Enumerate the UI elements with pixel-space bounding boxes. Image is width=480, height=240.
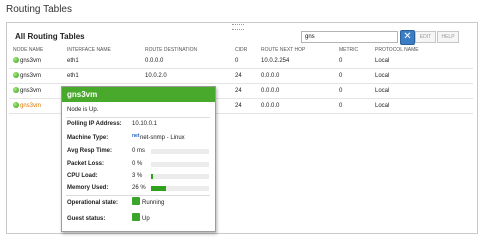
guest-up-icon xyxy=(132,213,140,221)
node-name-link[interactable]: gns3vm xyxy=(20,103,41,109)
packet-loss-value: 0 % xyxy=(132,161,143,167)
node-name-link[interactable]: gns3vm xyxy=(20,88,41,94)
packet-loss-label: Packet Loss: xyxy=(67,161,105,167)
machine-type-value: net-snmp - Linux xyxy=(140,135,185,141)
metric: 0 xyxy=(339,88,343,94)
interface-name: eth1 xyxy=(67,73,79,79)
route-next-hop: 0.0.0.0 xyxy=(261,73,280,79)
avg-resp-label: Avg Resp Time: xyxy=(67,148,113,154)
tooltip-title: gns3vm xyxy=(62,87,215,102)
cidr: 24 xyxy=(235,73,242,79)
table-row[interactable]: gns3vm eth1 10.0.2.0 24 0.0.0.0 0 Local xyxy=(9,69,473,84)
panel-title: All Routing Tables xyxy=(15,32,85,41)
machine-type-label: Machine Type: xyxy=(67,135,109,141)
memory-used-bar-fill xyxy=(151,186,167,191)
node-name-link[interactable]: gns3vm xyxy=(20,73,41,79)
divider xyxy=(66,117,210,118)
help-button[interactable]: HELP xyxy=(437,31,459,43)
route-destination: 10.0.2.0 xyxy=(145,73,167,79)
route-next-hop: 0.0.0.0 xyxy=(261,103,280,109)
memory-used-label: Memory Used: xyxy=(67,185,109,191)
node-name-link[interactable]: gns3vm xyxy=(20,58,41,64)
route-destination: 0.0.0.0 xyxy=(145,58,164,64)
metric: 0 xyxy=(339,73,343,79)
cpu-load-label: CPU Load: xyxy=(67,173,98,179)
col-header-protocol-name[interactable]: PROTOCOL NAME xyxy=(375,47,419,53)
protocol-name: Local xyxy=(375,58,390,64)
cidr: 24 xyxy=(235,88,242,94)
col-header-route-next-hop[interactable]: ROUTE NEXT HOP xyxy=(261,47,305,53)
net-snmp-icon: net xyxy=(132,133,140,139)
operational-state-value: Running xyxy=(142,200,165,206)
avg-resp-bar xyxy=(151,149,209,154)
operational-state-label: Operational state: xyxy=(67,200,119,206)
col-header-interface-name[interactable]: INTERFACE NAME xyxy=(67,47,111,53)
divider xyxy=(66,195,210,196)
page-title: Routing Tables xyxy=(6,4,72,15)
metric: 0 xyxy=(339,103,343,109)
route-next-hop: 0.0.0.0 xyxy=(261,88,280,94)
node-status-up-icon xyxy=(13,57,19,63)
col-header-cidr[interactable]: CIDR xyxy=(235,47,247,53)
node-status-up-icon xyxy=(13,87,19,93)
node-status-text: Node is Up. xyxy=(67,107,99,113)
protocol-name: Local xyxy=(375,73,390,79)
cidr: 0 xyxy=(235,58,239,64)
protocol-name: Local xyxy=(375,88,390,94)
col-header-metric[interactable]: METRIC xyxy=(339,47,358,53)
memory-used-bar xyxy=(151,186,209,191)
polling-ip-label: Polling IP Address: xyxy=(67,121,122,127)
cidr: 24 xyxy=(235,103,242,109)
node-status-up-icon xyxy=(13,102,19,108)
running-state-icon xyxy=(132,197,140,205)
cpu-load-bar xyxy=(151,174,209,179)
edit-button[interactable]: EDIT xyxy=(415,31,436,43)
packet-loss-bar xyxy=(151,162,209,167)
polling-ip-value: 10.10.0.1 xyxy=(132,121,158,127)
cpu-load-bar-fill xyxy=(151,174,153,179)
memory-used-value: 26 % xyxy=(132,185,146,191)
drag-handle[interactable] xyxy=(232,24,244,30)
node-tooltip: gns3vm Node is Up. Polling IP Address: 1… xyxy=(61,86,216,232)
col-header-route-destination[interactable]: ROUTE DESTINATION xyxy=(145,47,197,53)
search-input[interactable]: gns xyxy=(301,31,398,43)
clear-search-button[interactable]: ✕ xyxy=(400,30,415,45)
table-row[interactable]: gns3vm eth1 0.0.0.0 0 10.0.2.254 0 Local xyxy=(9,54,473,69)
route-next-hop: 10.0.2.254 xyxy=(261,58,290,64)
guest-status-label: Guest status: xyxy=(67,216,106,222)
guest-status-value: Up xyxy=(142,216,150,222)
col-header-node-name[interactable]: NODE NAME xyxy=(13,47,43,53)
metric: 0 xyxy=(339,58,343,64)
node-status-up-icon xyxy=(13,72,19,78)
avg-resp-value: 0 ms xyxy=(132,148,146,154)
interface-name: eth1 xyxy=(67,58,79,64)
cpu-load-value: 3 % xyxy=(132,173,143,179)
protocol-name: Local xyxy=(375,103,390,109)
